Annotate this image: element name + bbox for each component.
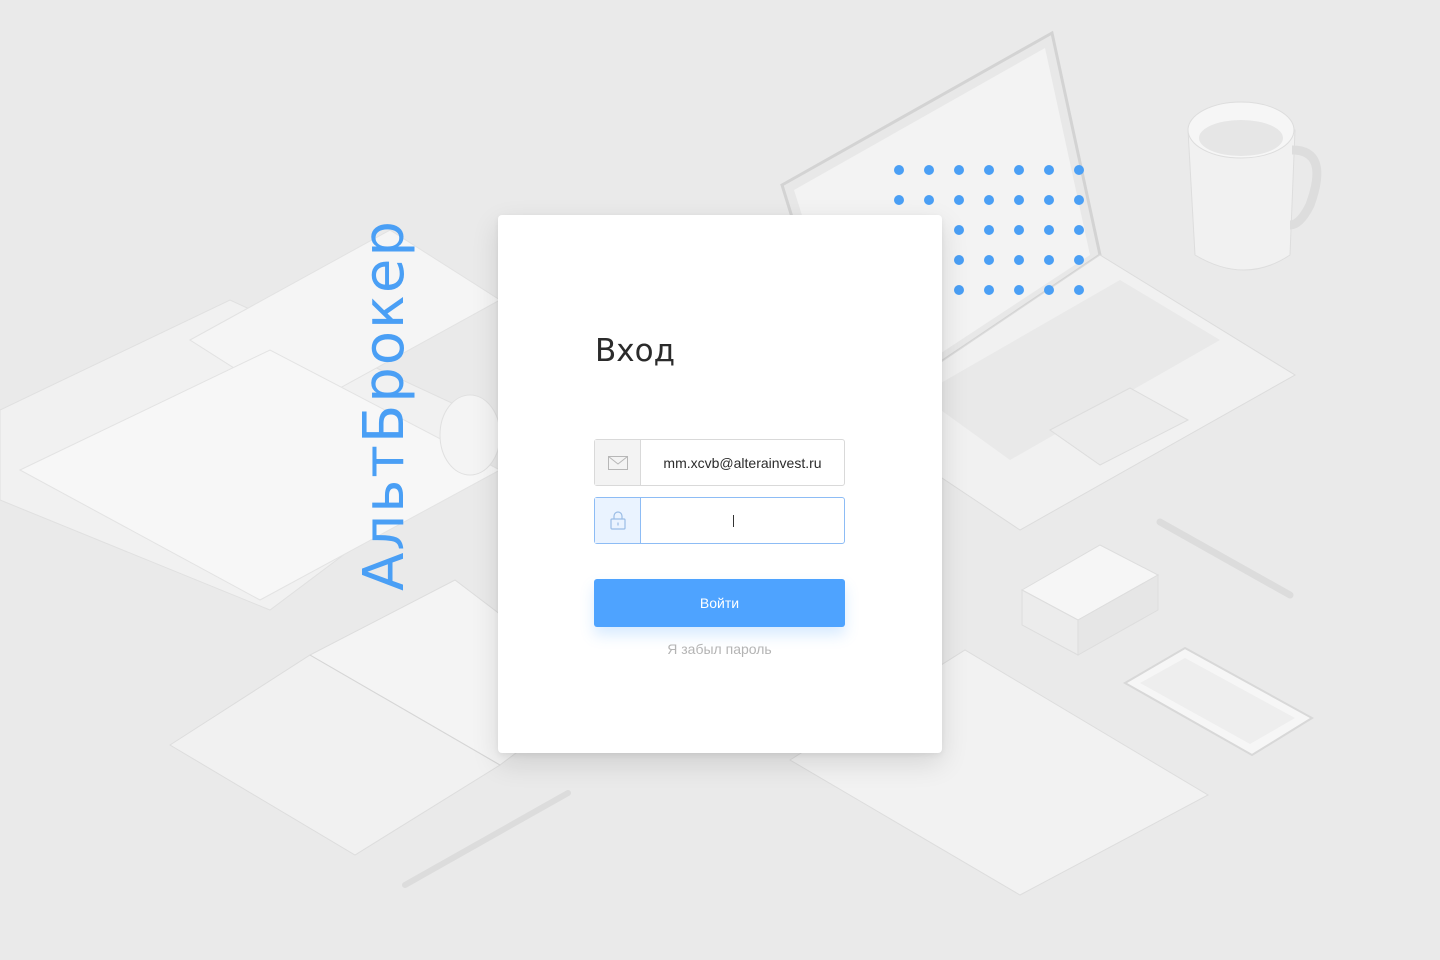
email-field[interactable] [594,439,845,486]
login-card: Вход Войти Я забыл пароль [498,215,942,753]
login-title: Вход [595,333,676,369]
brand-logo: АльтБрокер [352,219,417,591]
envelope-illustration [0,229,511,611]
email-input[interactable] [641,440,844,485]
text-cursor [733,515,734,527]
mail-icon [595,440,641,485]
password-input[interactable] [641,498,844,543]
lock-icon [595,498,641,543]
business-cards-illustration [1020,544,1160,656]
pen-illustration [1156,518,1294,599]
password-field[interactable] [594,497,845,544]
forgot-password-link[interactable]: Я забыл пароль [594,641,845,657]
mug-illustration [1187,101,1322,271]
login-button[interactable]: Войти [594,579,845,627]
phone-illustration [1122,646,1314,757]
